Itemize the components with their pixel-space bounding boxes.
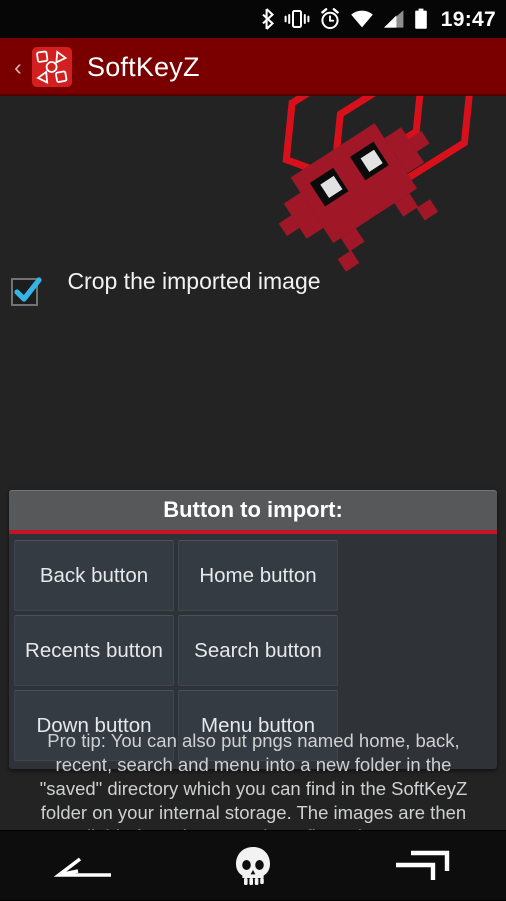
pro-tip-text: Pro tip: You can also put pngs named hom… (39, 730, 468, 830)
vibrate-icon (284, 10, 310, 28)
button-to-import-card: Button to import: Back button Home butto… (9, 490, 497, 769)
crop-checkbox[interactable] (11, 277, 42, 306)
checkmark-icon (14, 277, 42, 302)
back-button[interactable]: Back button (14, 540, 174, 611)
battery-icon (414, 8, 427, 29)
page-title: SoftKeyZ (87, 51, 200, 82)
softkeyz-app-icon (32, 47, 72, 87)
nav-home-button[interactable] (198, 831, 308, 901)
bluetooth-icon (262, 8, 274, 30)
phone-screen: 19:47 ‹ SoftKeyZ Crop the imported image… (0, 0, 506, 900)
card-header: Button to import: (9, 490, 497, 534)
search-button[interactable]: Search button (178, 615, 338, 686)
nav-recents-button[interactable] (367, 831, 477, 901)
nav-home-skull-icon (235, 846, 270, 885)
alarm-icon (320, 8, 339, 29)
home-button[interactable]: Home button (178, 540, 338, 611)
card-header-label: Button to import: (163, 497, 343, 522)
status-clock: 19:47 (440, 7, 496, 31)
wifi-icon (350, 10, 373, 28)
nav-back-icon (54, 857, 112, 877)
action-bar: ‹ SoftKeyZ (0, 38, 506, 96)
cell-signal-icon (383, 10, 404, 28)
recents-button[interactable]: Recents button (14, 615, 174, 686)
nav-back-button[interactable] (29, 831, 139, 901)
status-bar: 19:47 (0, 0, 506, 38)
content-area: Crop the imported image Button to import… (0, 96, 506, 830)
navigation-bar (0, 830, 506, 900)
crop-option-row[interactable]: Crop the imported image (0, 266, 350, 306)
up-navigation-caret[interactable]: ‹ (6, 55, 30, 79)
crop-option-label: Crop the imported image (67, 268, 321, 294)
nav-recents-icon (395, 850, 449, 880)
